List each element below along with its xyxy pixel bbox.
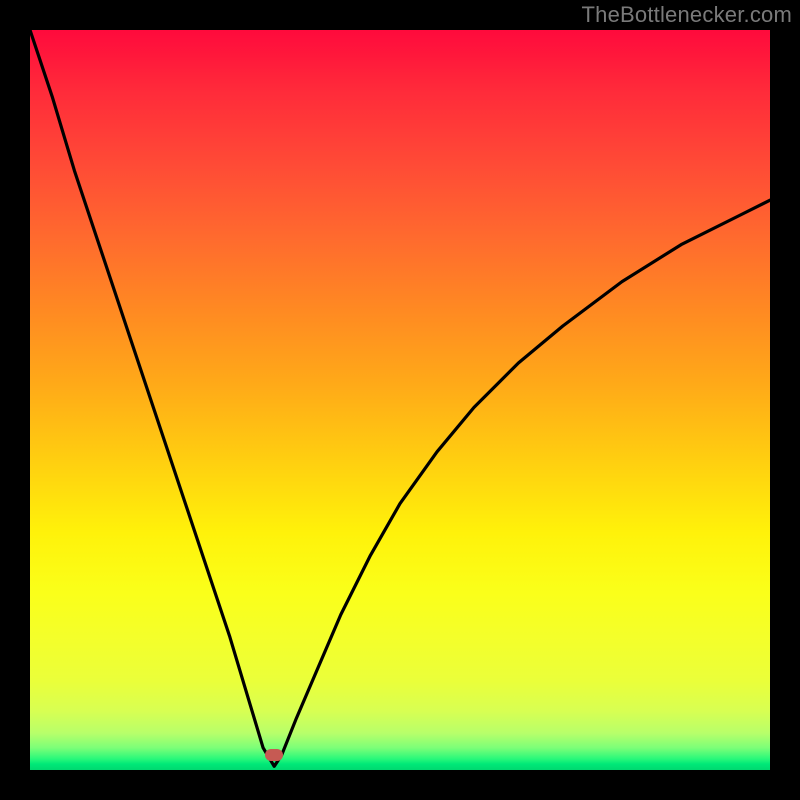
optimum-marker bbox=[265, 749, 283, 761]
chart-frame: TheBottlenecker.com bbox=[0, 0, 800, 800]
plot-area bbox=[30, 30, 770, 770]
watermark-text: TheBottlenecker.com bbox=[582, 2, 792, 28]
bottleneck-curve bbox=[30, 30, 770, 770]
